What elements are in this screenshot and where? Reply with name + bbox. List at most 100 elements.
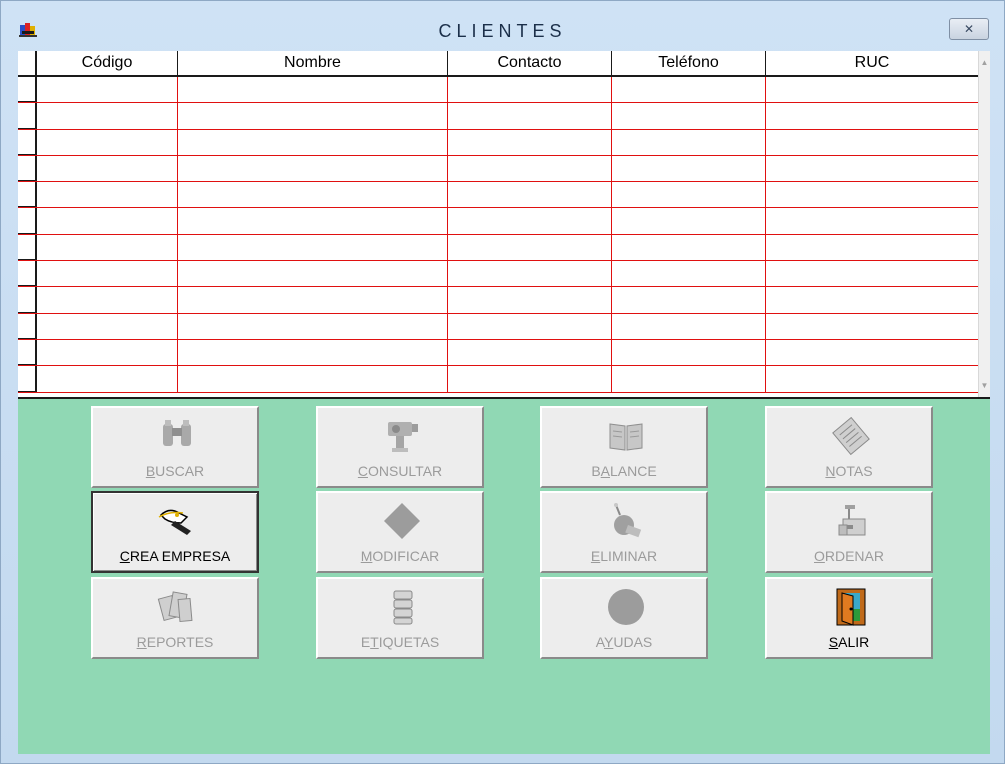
table-cell[interactable] <box>178 208 448 234</box>
table-cell[interactable] <box>766 130 978 155</box>
table-cell[interactable] <box>766 77 978 102</box>
table-cell[interactable] <box>37 339 178 366</box>
table-cell[interactable] <box>37 155 178 182</box>
table-cell[interactable] <box>37 261 178 287</box>
row-selector[interactable] <box>18 261 37 287</box>
table-cell[interactable] <box>37 208 178 234</box>
table-cell[interactable] <box>766 235 978 260</box>
table-cell[interactable] <box>612 313 766 339</box>
balance-button[interactable]: BALANCE <box>540 406 708 488</box>
table-cell[interactable] <box>37 182 178 208</box>
table-cell[interactable] <box>178 234 448 261</box>
table-row[interactable] <box>18 366 978 393</box>
table-cell[interactable] <box>178 129 448 155</box>
table-cell[interactable] <box>448 155 612 182</box>
table-cell[interactable] <box>612 339 766 366</box>
table-cell[interactable] <box>37 77 178 103</box>
table-cell[interactable] <box>37 313 178 339</box>
title-bar[interactable]: CLIENTES ✕ <box>1 1 1004 51</box>
row-selector[interactable] <box>18 129 37 155</box>
table-cell[interactable] <box>766 208 978 233</box>
table-cell[interactable] <box>178 287 448 313</box>
table-cell[interactable] <box>37 103 178 129</box>
table-cell[interactable] <box>448 366 612 392</box>
close-button[interactable]: ✕ <box>949 18 989 40</box>
reportes-button[interactable]: REPORTES <box>91 577 259 659</box>
row-selector[interactable] <box>18 339 37 366</box>
eliminar-button[interactable]: ELIMINAR <box>540 491 708 573</box>
buscar-button[interactable]: BUSCAR <box>91 406 259 488</box>
etiquetas-button[interactable]: ETIQUETAS <box>316 577 484 659</box>
table-row[interactable] <box>18 129 978 156</box>
table-cell[interactable] <box>448 103 612 129</box>
table-cell[interactable] <box>448 287 612 313</box>
row-selector[interactable] <box>18 155 37 182</box>
table-cell[interactable] <box>766 103 978 128</box>
clientes-grid[interactable]: Código Nombre Contacto Teléfono RUC ▲ ▼ <box>18 51 990 399</box>
table-cell[interactable] <box>448 313 612 339</box>
column-header-codigo[interactable]: Código <box>37 51 178 75</box>
table-cell[interactable] <box>178 103 448 129</box>
table-cell[interactable] <box>766 314 978 339</box>
table-cell[interactable] <box>766 287 978 312</box>
table-cell[interactable] <box>178 339 448 366</box>
table-cell[interactable] <box>178 366 448 392</box>
modificar-button[interactable]: MODIFICAR <box>316 491 484 573</box>
column-header-ruc[interactable]: RUC <box>766 51 978 75</box>
vertical-scrollbar[interactable]: ▲ ▼ <box>978 51 990 397</box>
scroll-up-icon[interactable]: ▲ <box>979 54 990 70</box>
row-selector[interactable] <box>18 234 37 261</box>
table-row[interactable] <box>18 339 978 367</box>
table-row[interactable] <box>18 77 978 104</box>
table-cell[interactable] <box>766 156 978 181</box>
column-header-contacto[interactable]: Contacto <box>448 51 612 75</box>
table-cell[interactable] <box>766 261 978 286</box>
table-cell[interactable] <box>37 366 178 392</box>
table-row[interactable] <box>18 287 978 314</box>
table-cell[interactable] <box>178 313 448 339</box>
ordenar-button[interactable]: ORDENAR <box>765 491 933 573</box>
row-selector[interactable] <box>18 208 37 234</box>
scroll-down-icon[interactable]: ▼ <box>979 377 990 393</box>
table-cell[interactable] <box>178 182 448 208</box>
row-selector[interactable] <box>18 77 37 103</box>
table-cell[interactable] <box>448 339 612 366</box>
table-row[interactable] <box>18 182 978 209</box>
table-cell[interactable] <box>37 234 178 261</box>
table-cell[interactable] <box>612 182 766 208</box>
row-selector[interactable] <box>18 287 37 313</box>
table-cell[interactable] <box>612 129 766 155</box>
table-cell[interactable] <box>37 287 178 313</box>
table-cell[interactable] <box>448 129 612 155</box>
ayudas-button[interactable]: AYUDAS <box>540 577 708 659</box>
consultar-button[interactable]: CONSULTAR <box>316 406 484 488</box>
table-cell[interactable] <box>178 77 448 103</box>
table-row[interactable] <box>18 261 978 288</box>
row-selector[interactable] <box>18 366 37 392</box>
table-cell[interactable] <box>448 261 612 287</box>
table-cell[interactable] <box>766 340 978 365</box>
table-cell[interactable] <box>612 77 766 103</box>
table-cell[interactable] <box>612 103 766 129</box>
table-cell[interactable] <box>612 234 766 261</box>
table-cell[interactable] <box>178 155 448 182</box>
crea-empresa-button[interactable]: CREA EMPRESA <box>91 491 259 573</box>
row-selector[interactable] <box>18 103 37 129</box>
table-cell[interactable] <box>612 208 766 234</box>
column-header-telefono[interactable]: Teléfono <box>612 51 766 75</box>
table-cell[interactable] <box>448 234 612 261</box>
table-row[interactable] <box>18 234 978 262</box>
table-cell[interactable] <box>766 182 978 207</box>
row-selector[interactable] <box>18 182 37 208</box>
table-cell[interactable] <box>448 182 612 208</box>
salir-button[interactable]: SALIR <box>765 577 933 659</box>
table-cell[interactable] <box>766 366 978 391</box>
table-cell[interactable] <box>37 129 178 155</box>
table-cell[interactable] <box>612 287 766 313</box>
table-cell[interactable] <box>448 208 612 234</box>
table-cell[interactable] <box>178 261 448 287</box>
table-cell[interactable] <box>612 366 766 392</box>
table-cell[interactable] <box>612 261 766 287</box>
column-header-nombre[interactable]: Nombre <box>178 51 448 75</box>
table-cell[interactable] <box>448 77 612 103</box>
